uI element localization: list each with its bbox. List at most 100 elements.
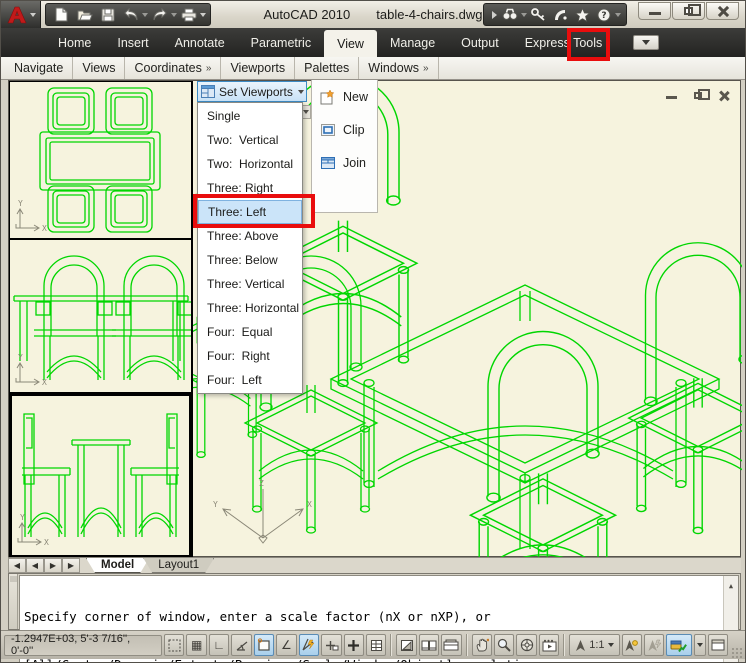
annotation-scale-button[interactable]: 1:1 [569, 634, 620, 656]
resize-grip[interactable] [731, 647, 743, 659]
tab-parametric[interactable]: Parametric [238, 28, 324, 57]
workspace-switching-button[interactable] [666, 634, 693, 656]
menu-item-three-below[interactable]: Three: Below [198, 248, 302, 272]
last-tab-button[interactable]: ▶ [62, 558, 80, 573]
object-snap-icon [257, 638, 270, 651]
favorites-button[interactable] [571, 5, 593, 24]
dynamic-input-toggle[interactable] [321, 634, 342, 656]
ortho-toggle[interactable]: ∟ [208, 634, 230, 656]
panel-views[interactable]: Views [73, 57, 126, 79]
tab-view[interactable]: View [324, 30, 377, 57]
command-window-drag-handle[interactable] [9, 574, 18, 629]
join-viewport-button[interactable]: Join [312, 146, 377, 179]
scroll-up-icon[interactable]: ▲ [729, 576, 733, 596]
panel-viewports[interactable]: Viewports [221, 57, 296, 79]
viewport-side-view-active[interactable]: YX [9, 393, 192, 558]
menu-item-three-vertical[interactable]: Three: Vertical [198, 272, 302, 296]
viewport-restore-button[interactable] [689, 89, 710, 102]
new-viewport-button[interactable]: New [312, 80, 377, 113]
lineweight-toggle[interactable] [343, 634, 364, 656]
svg-text:Y: Y [18, 353, 23, 362]
tab-home[interactable]: Home [45, 28, 104, 57]
menu-item-four-equal[interactable]: Four: Equal [198, 320, 302, 344]
menu-item-three-above[interactable]: Three: Above [198, 224, 302, 248]
minimize-button[interactable] [638, 1, 671, 20]
open-file-button[interactable] [73, 5, 96, 24]
menu-item-three-right[interactable]: Three: Right [198, 176, 302, 200]
satellite-dish-icon [554, 10, 567, 20]
help-icon: ? [597, 8, 611, 21]
quick-view-layouts-button[interactable] [418, 634, 440, 656]
infocenter-expand-button[interactable] [489, 5, 499, 24]
plot-button[interactable] [177, 5, 200, 24]
tab-express-tools[interactable]: Express Tools [512, 28, 616, 57]
workspace-dropdown-button[interactable] [694, 634, 706, 656]
workspace-gear-icon [670, 640, 688, 652]
menu-item-two-vertical[interactable]: Two: Vertical [198, 128, 302, 152]
menu-item-four-left[interactable]: Four: Left [198, 368, 302, 392]
auto-annotate-button[interactable] [643, 634, 665, 656]
first-tab-button[interactable]: ◀ [8, 558, 26, 573]
prev-tab-button[interactable]: ◀ [26, 558, 44, 573]
viewports-panel-flyout: New Clip Join [311, 80, 378, 213]
tab-output[interactable]: Output [448, 28, 512, 57]
qat-customize-dropdown[interactable] [200, 5, 206, 24]
subscription-center-button[interactable] [527, 5, 549, 24]
object-snap-toggle[interactable] [253, 634, 275, 656]
dynamic-ucs-toggle[interactable] [298, 634, 320, 656]
minimize-ribbon-button[interactable] [633, 35, 660, 50]
show-motion-button[interactable] [538, 634, 560, 656]
polar-tracking-toggle[interactable] [231, 634, 252, 656]
zoom-button[interactable] [493, 634, 515, 656]
viewport-minimize-button[interactable] [663, 89, 680, 102]
restore-button[interactable] [672, 1, 705, 20]
viewport-window-controls [663, 89, 732, 102]
clip-viewport-button[interactable]: Clip [312, 113, 377, 146]
quick-view-drawings-button[interactable] [441, 634, 462, 656]
menu-item-two-horizontal[interactable]: Two: Horizontal [198, 152, 302, 176]
help-button[interactable]: ? [593, 5, 615, 24]
infocenter-bar: ? [483, 3, 627, 26]
pan-button[interactable] [471, 634, 492, 656]
menu-item-three-horizontal[interactable]: Three: Horizontal [198, 296, 302, 320]
close-button[interactable] [706, 1, 739, 20]
search-button[interactable] [499, 5, 521, 24]
next-tab-button[interactable]: ▶ [44, 558, 62, 573]
tab-layout1[interactable]: Layout1 [143, 558, 214, 573]
tab-manage[interactable]: Manage [377, 28, 448, 57]
clean-screen-button[interactable] [707, 634, 728, 656]
new-file-button[interactable] [50, 5, 73, 24]
steering-wheel-button[interactable] [516, 634, 537, 656]
svg-text:?: ? [601, 11, 606, 21]
redo-button[interactable] [148, 5, 171, 24]
menu-item-three-left[interactable]: Three: Left [198, 200, 302, 224]
menu-item-four-right[interactable]: Four: Right [198, 344, 302, 368]
menu-item-single[interactable]: Single [198, 104, 302, 128]
panel-coordinates[interactable]: Coordinates» [125, 57, 222, 79]
save-button[interactable] [96, 5, 119, 24]
chair-right [628, 242, 742, 535]
communication-center-button[interactable] [549, 5, 571, 24]
tab-insert[interactable]: Insert [104, 28, 161, 57]
tab-annotate[interactable]: Annotate [162, 28, 238, 57]
annotation-visibility-icon [625, 639, 639, 651]
chair-side-left [22, 413, 71, 537]
coordinates-readout[interactable]: -1.2947E+03, 5'-3 7/16'', 0'-0'' [4, 633, 162, 657]
tab-model[interactable]: Model [86, 558, 149, 573]
viewport-top-view[interactable]: YX [9, 81, 192, 239]
panel-windows[interactable]: Windows» [359, 57, 439, 79]
application-menu-button[interactable] [1, 1, 41, 28]
undo-button[interactable] [119, 5, 142, 24]
viewport-close-button[interactable] [715, 89, 732, 102]
set-viewports-button[interactable]: Set Viewports [197, 81, 307, 102]
viewport-front-view[interactable]: YX [9, 239, 192, 393]
object-snap-tracking-toggle[interactable]: ∠ [276, 634, 297, 656]
grid-toggle[interactable]: ▦ [186, 634, 207, 656]
model-space-button[interactable] [396, 634, 417, 656]
help-dropdown[interactable] [615, 5, 621, 24]
panel-navigate[interactable]: Navigate [5, 57, 74, 79]
panel-palettes[interactable]: Palettes [295, 57, 360, 79]
quick-properties-toggle[interactable] [365, 634, 387, 656]
annotation-visibility-button[interactable] [621, 634, 642, 656]
snap-toggle[interactable] [164, 634, 185, 656]
